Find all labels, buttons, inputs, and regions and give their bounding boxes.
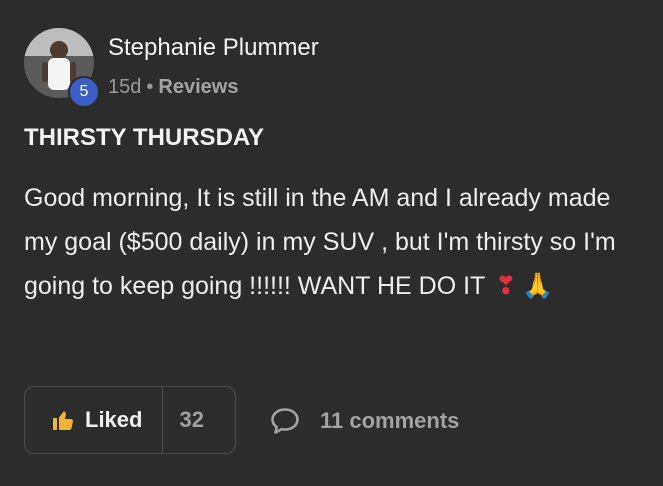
like-label: Liked — [85, 407, 143, 432]
praying-hands-icon: 🙏 — [522, 272, 554, 300]
author-name[interactable]: Stephanie Plummer — [108, 34, 319, 62]
post-body: Good morning, It is still in the AM and … — [24, 176, 634, 308]
post-title: THIRSTY THURSDAY — [24, 124, 265, 151]
post-age: 15d — [108, 76, 142, 98]
level-badge: 5 — [68, 76, 100, 108]
comments-button[interactable]: 11 comments — [270, 404, 459, 438]
meta-separator: • — [146, 76, 154, 98]
heart-exclamation-icon: ❣ — [495, 272, 517, 300]
like-divider — [162, 386, 164, 454]
comments-label: 11 comments — [320, 408, 460, 433]
post-meta: 15d • Reviews — [108, 76, 238, 99]
post-category[interactable]: Reviews — [158, 76, 238, 98]
like-count[interactable]: 32 — [179, 407, 203, 433]
thumbs-up-icon — [53, 411, 73, 430]
speech-bubble-icon — [271, 408, 299, 434]
community-post: 5 Stephanie Plummer 15d • Reviews THIRSTY … — [0, 0, 663, 486]
like-button[interactable]: Liked — [25, 387, 142, 453]
like-control: Liked 32 — [24, 386, 236, 454]
author-avatar-container[interactable]: 5 — [24, 28, 100, 108]
